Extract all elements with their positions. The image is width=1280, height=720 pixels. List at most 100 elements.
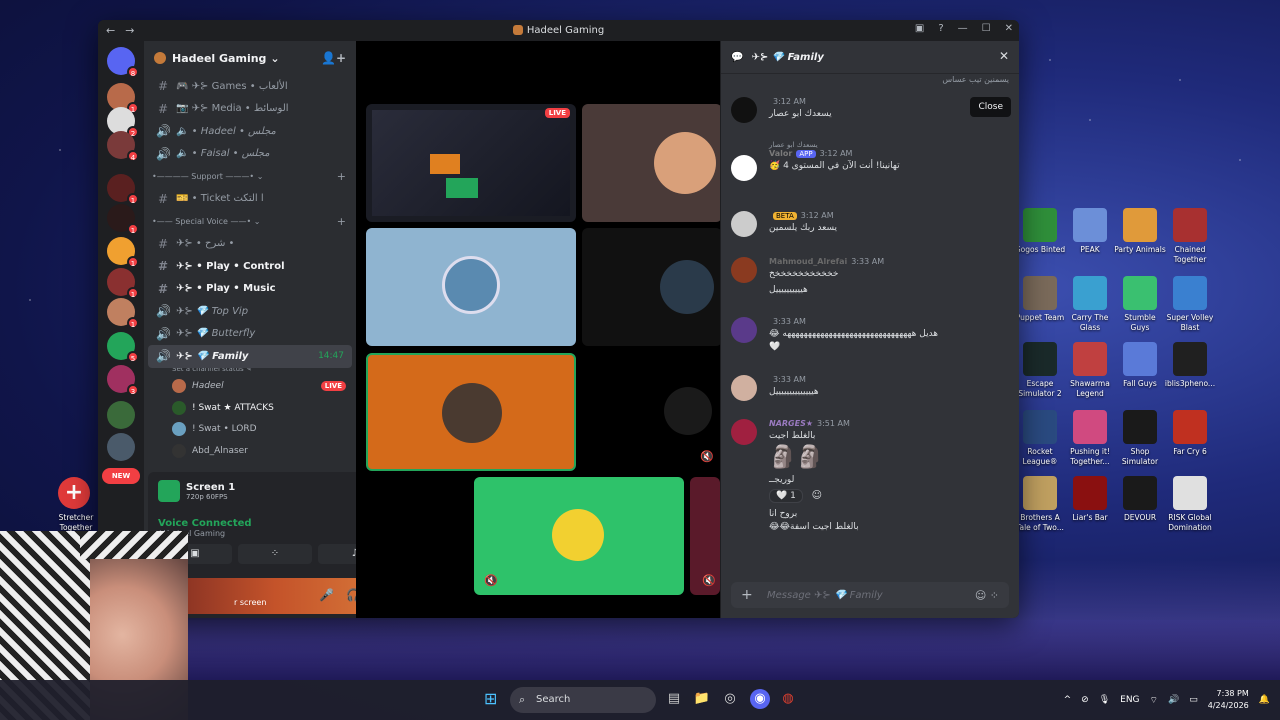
channel-item[interactable]: 🔊 🔈 • Hadeel • مجلس xyxy=(144,120,356,143)
channel-family[interactable]: 🔊 ✈⊱ 💎 Family 14:47 xyxy=(148,345,352,368)
server-icon[interactable]: 1 xyxy=(107,204,139,235)
voice-user[interactable]: Abd_Alnaser xyxy=(144,440,356,462)
desktop-shortcut[interactable]: Shawarma Legend xyxy=(1064,342,1116,399)
add-attachment-icon[interactable]: + xyxy=(741,587,753,603)
task-view-icon[interactable]: ▤ xyxy=(664,689,684,709)
desktop-shortcut[interactable]: Rocket League® xyxy=(1014,410,1066,467)
file-explorer-icon[interactable]: 📁 xyxy=(692,689,712,709)
user-tile[interactable] xyxy=(582,104,722,222)
desktop-shortcut[interactable]: Chained Together xyxy=(1164,208,1216,265)
channel-item[interactable]: 🔊 ✈⊱ 💎 Butterfly xyxy=(144,323,356,346)
emoji-icon[interactable]: ☺ ⁘ xyxy=(975,589,999,602)
activities-button[interactable]: ⁘ xyxy=(238,544,312,564)
voice-user[interactable]: ! Swat • LORD xyxy=(144,419,356,441)
app-icon[interactable]: ◎ xyxy=(720,689,740,709)
desktop-shortcut[interactable]: Fall Guys xyxy=(1114,342,1166,389)
avatar[interactable] xyxy=(731,419,757,445)
wifi-icon[interactable]: ⌔ xyxy=(1150,695,1158,706)
maximize-button[interactable]: ☐ xyxy=(982,23,991,34)
close-icon[interactable]: ✕ xyxy=(999,49,1009,63)
stream-tile[interactable]: LIVE xyxy=(366,104,576,222)
desktop-shortcut[interactable]: PEAK xyxy=(1064,208,1116,255)
desktop-shortcut[interactable]: DEVOUR xyxy=(1114,476,1166,523)
server-icon[interactable]: 4 xyxy=(107,131,139,162)
channel-item[interactable]: # 📷 ✈⊱ Media • الوسائط xyxy=(144,98,356,121)
channel-item[interactable]: 🔊 ✈⊱ 💎 Top Vip xyxy=(144,300,356,323)
channel-item[interactable]: # 🎫 • Ticket ا التكت xyxy=(144,188,356,211)
desktop-shortcut[interactable]: Super Volley Blast xyxy=(1164,276,1216,333)
desktop-shortcut[interactable]: Shop Simulator xyxy=(1114,410,1166,467)
desktop-shortcut[interactable]: Pushing it! Together... xyxy=(1064,410,1116,467)
avatar[interactable] xyxy=(731,257,757,283)
desktop-shortcut-label: Fall Guys xyxy=(1123,379,1157,388)
user-tile[interactable] xyxy=(582,228,722,346)
desktop-shortcut[interactable]: Carry The Glass xyxy=(1064,276,1116,333)
invite-user-icon[interactable]: 👤+ xyxy=(321,51,346,65)
chrome-icon[interactable]: ◍ xyxy=(778,689,798,709)
desktop-shortcut[interactable]: iblis3pheno... xyxy=(1164,342,1216,389)
channel-item[interactable]: # ✈⊱ • شرح • xyxy=(144,233,356,256)
channel-item[interactable]: # ✈⊱ • Play • Control xyxy=(144,255,356,278)
avatar[interactable] xyxy=(731,317,757,343)
avatar[interactable] xyxy=(731,375,757,401)
channel-category[interactable]: •———— Support ———• ⌄ + xyxy=(144,165,356,188)
voice-user[interactable]: ! Swat ★ ATTACKS xyxy=(144,397,356,419)
voice-user[interactable]: Hadeel LIVE xyxy=(144,376,356,398)
guild-header[interactable]: Hadeel Gaming ⌄ 👤+ xyxy=(144,41,356,75)
desktop-shortcut[interactable]: RISK Global Domination xyxy=(1164,476,1216,533)
help-icon[interactable]: ? xyxy=(938,23,943,34)
server-icon[interactable]: 5 xyxy=(107,332,139,363)
channel-item[interactable]: # 🎮 ✈⊱ Games • الألعاب xyxy=(144,75,356,98)
desktop-shortcut[interactable]: Liar's Bar xyxy=(1064,476,1116,523)
notification-bell-icon[interactable]: 🔔 xyxy=(1259,695,1270,705)
user-tile[interactable]: 🔇 xyxy=(582,353,722,471)
desktop-shortcut[interactable]: Stumble Guys xyxy=(1114,276,1166,333)
message-input[interactable]: + Message ✈⊱ 💎 Family ☺ ⁘ xyxy=(731,582,1009,608)
server-icon[interactable]: 1 xyxy=(107,237,139,268)
avatar[interactable] xyxy=(731,97,757,123)
desktop-shortcut[interactable]: Escape Simulator 2 xyxy=(1014,342,1066,399)
close-window-button[interactable]: ✕ xyxy=(1005,23,1013,34)
avatar[interactable] xyxy=(731,155,757,181)
taskbar-search[interactable]: ⌕ Search xyxy=(510,687,656,713)
reaction-heart[interactable]: 🤍 1 xyxy=(769,489,803,503)
discord-taskbar-icon[interactable]: ◉ xyxy=(750,689,770,709)
microphone-tray-icon[interactable]: 🎙 xyxy=(1099,695,1110,705)
add-reaction-icon[interactable]: ☺ xyxy=(812,490,822,501)
add-channel-icon[interactable]: + xyxy=(337,170,346,183)
user-tile[interactable] xyxy=(366,228,576,346)
inbox-icon[interactable]: ▣ xyxy=(915,23,924,34)
desktop-shortcut[interactable]: Gogos Binted xyxy=(1014,208,1066,255)
avatar[interactable] xyxy=(731,211,757,237)
user-tile[interactable]: 🔇 xyxy=(690,477,720,595)
network-icon[interactable]: ⊘ xyxy=(1081,695,1089,705)
desktop-shortcut[interactable]: Brothers A Tale of Two... xyxy=(1014,476,1066,533)
server-icon[interactable] xyxy=(107,433,135,461)
microphone-icon[interactable]: 🎤 xyxy=(319,588,334,602)
message-placeholder: Message ✈⊱ 💎 Family xyxy=(767,589,883,601)
channel-category[interactable]: •—— Special Voice ——• ⌄ + xyxy=(144,210,356,233)
channel-item[interactable]: 🔊 🔈 • Faisal • مجلس xyxy=(144,143,356,166)
language-indicator[interactable]: ENG xyxy=(1120,695,1139,705)
user-tile[interactable]: 🔇 xyxy=(474,477,684,595)
battery-icon[interactable]: ▭ xyxy=(1189,695,1198,705)
chevron-up-icon[interactable]: ^ xyxy=(1064,695,1072,705)
user-tile-speaking[interactable] xyxy=(366,353,576,471)
server-icon[interactable]: 3 xyxy=(107,365,139,396)
stretcher-together-label[interactable]: Stretcher Together xyxy=(52,513,100,533)
desktop-shortcut[interactable]: Puppet Team xyxy=(1014,276,1066,323)
desktop-shortcut[interactable]: Party Animals xyxy=(1114,208,1166,255)
server-icon[interactable]: 1 xyxy=(107,268,139,299)
clock[interactable]: 7:38 PM 4/24/2026 xyxy=(1208,688,1249,712)
direct-messages-icon[interactable]: 8 xyxy=(107,47,139,78)
windows-start-icon[interactable]: ⊞ xyxy=(484,690,502,708)
minimize-button[interactable]: — xyxy=(958,23,968,34)
server-icon[interactable] xyxy=(107,401,135,429)
server-icon[interactable]: 1 xyxy=(107,174,139,205)
desktop-shortcut[interactable]: Far Cry 6 xyxy=(1164,410,1216,457)
add-channel-icon[interactable]: + xyxy=(337,215,346,228)
channel-item[interactable]: # ✈⊱ • Play • Music xyxy=(144,278,356,301)
stretcher-together-icon[interactable]: + xyxy=(58,477,90,509)
server-icon[interactable]: 1 xyxy=(107,298,139,329)
volume-icon[interactable]: 🔊 xyxy=(1168,695,1179,705)
